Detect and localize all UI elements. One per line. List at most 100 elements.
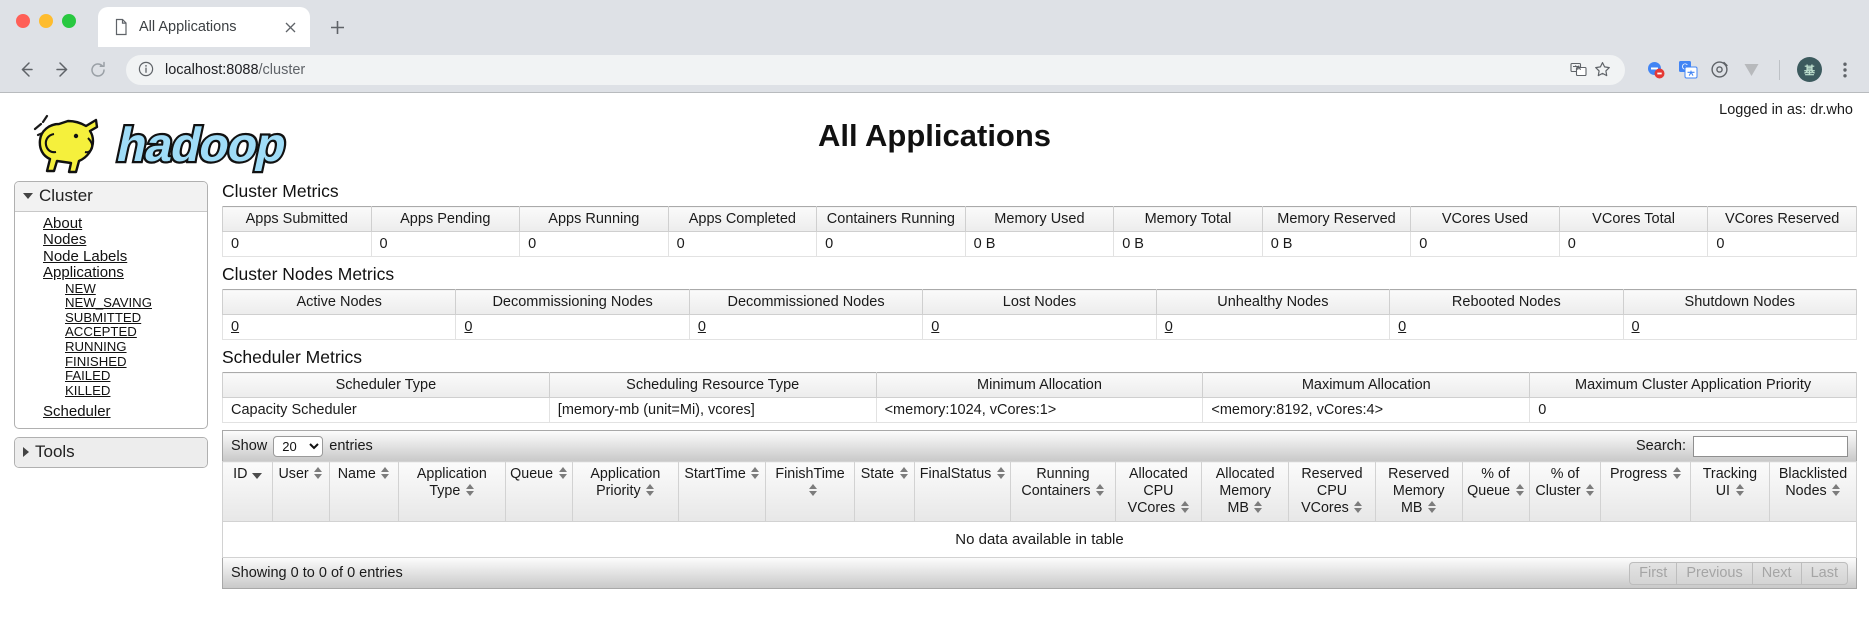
table-cell: 0 [222, 231, 372, 257]
reload-icon[interactable] [82, 54, 114, 86]
column-header-finishtime[interactable]: FinishTime [764, 461, 856, 522]
column-header-state[interactable]: State [854, 461, 915, 522]
browser-tab[interactable]: All Applications [98, 7, 310, 47]
sort-both-icon [1427, 501, 1436, 513]
table-cell[interactable]: 0 [455, 314, 690, 340]
info-circle-icon[interactable] [138, 61, 155, 78]
sidebar-tools-header[interactable]: Tools [15, 437, 207, 467]
sort-both-icon [314, 467, 323, 479]
table-cell: 0 B [1261, 231, 1412, 257]
show-label: Show [231, 438, 268, 454]
column-header-user[interactable]: User [271, 461, 330, 522]
vimeo-icon[interactable] [1741, 59, 1762, 80]
minimize-window-button[interactable] [39, 14, 53, 28]
table-cell: 0 [816, 231, 966, 257]
column-header-blacklisted-nodes[interactable]: Blacklisted Nodes [1769, 461, 1857, 522]
column-header: Containers Running [816, 206, 966, 232]
column-header: Scheduling Resource Type [548, 372, 877, 398]
column-header-allocated-memory-mb[interactable]: Allocated Memory MB [1201, 461, 1290, 522]
metric-link[interactable]: 0 [1165, 319, 1173, 335]
empty-message: No data available in table [222, 521, 1857, 558]
sidebar-item-running[interactable]: RUNNING [15, 340, 207, 354]
close-window-button[interactable] [16, 14, 30, 28]
column-header-application-type[interactable]: Application Type [398, 461, 506, 522]
column-header-progress[interactable]: Progress [1600, 461, 1691, 522]
sidebar-item-new-saving[interactable]: NEW_SAVING [15, 296, 207, 310]
page-title: All Applications [817, 118, 1052, 153]
column-header-name[interactable]: Name [328, 461, 400, 522]
browser-chrome: All Applications localhost:8088/cluster [0, 0, 1869, 92]
metric-link[interactable]: 0 [231, 319, 239, 335]
maximize-window-button[interactable] [62, 14, 76, 28]
sort-both-icon [381, 467, 390, 479]
table-cell[interactable]: 0 [688, 314, 924, 340]
table-cell: 0 B [1113, 231, 1263, 257]
table-row: 0 0 0 0 0 0 0 [221, 314, 1858, 340]
entries-label: entries [329, 438, 373, 454]
star-icon[interactable] [1591, 59, 1613, 81]
forward-arrow-icon[interactable] [46, 54, 78, 86]
column-header-of-queue[interactable]: % of Queue [1461, 461, 1530, 522]
metric-link[interactable]: 0 [698, 319, 706, 335]
column-header: VCores Reserved [1707, 206, 1857, 232]
sidebar-item-submitted[interactable]: SUBMITTED [15, 311, 207, 325]
metric-link[interactable]: 0 [464, 319, 472, 335]
sidebar-item-nodes[interactable]: Nodes [15, 232, 207, 248]
page-content: Logged in as: dr.who hadoop All Applicat… [0, 92, 1869, 626]
avatar[interactable]: 基 [1797, 57, 1822, 82]
sidebar-item-killed[interactable]: KILLED [15, 384, 207, 398]
column-header-starttime[interactable]: StartTime [678, 461, 766, 522]
translate-icon[interactable] [1567, 59, 1589, 81]
column-header-tracking-ui[interactable]: Tracking UI [1689, 461, 1771, 522]
metric-link[interactable]: 0 [1398, 319, 1406, 335]
sort-both-icon [899, 467, 908, 479]
table-cell[interactable]: 0 [1622, 314, 1858, 340]
kebab-menu-icon[interactable] [1833, 58, 1857, 82]
sidebar-item-node-labels[interactable]: Node Labels [15, 248, 207, 264]
table-cell: <memory:8192, vCores:4> [1202, 397, 1531, 423]
screen-recorder-icon[interactable] [1709, 59, 1730, 80]
table-cell[interactable]: 0 [221, 314, 457, 340]
column-header-queue[interactable]: Queue [504, 461, 573, 522]
column-header-id[interactable]: ID [222, 461, 273, 522]
google-translate-icon[interactable]: G [1677, 59, 1698, 80]
table-row-empty: No data available in table [222, 521, 1857, 558]
metric-link[interactable]: 0 [1632, 319, 1640, 335]
extension-icons: G 基 [1645, 57, 1857, 82]
sidebar-item-finished[interactable]: FINISHED [15, 354, 207, 369]
sidebar-item-applications[interactable]: Applications [15, 265, 207, 281]
column-header-reserved-memory-mb[interactable]: Reserved Memory MB [1374, 461, 1463, 522]
pagination-next-button[interactable]: Next [1751, 561, 1801, 585]
table-cell[interactable]: 0 [922, 314, 1157, 340]
adblock-icon[interactable] [1645, 59, 1666, 80]
pagination-previous-button[interactable]: Previous [1676, 561, 1752, 585]
column-header-reserved-cpu-vcores[interactable]: Reserved CPU VCores [1288, 461, 1376, 522]
column-header-of-cluster[interactable]: % of Cluster [1528, 461, 1602, 522]
search-input[interactable] [1693, 435, 1848, 457]
metric-link[interactable]: 0 [931, 319, 939, 335]
address-bar[interactable]: localhost:8088/cluster [126, 54, 1625, 85]
sidebar-item-failed[interactable]: FAILED [15, 369, 207, 383]
close-icon[interactable] [280, 17, 300, 37]
main-content: Cluster Metrics Apps Submitted Apps Pendi… [208, 181, 1869, 589]
sidebar-item-about[interactable]: About [15, 216, 207, 232]
new-tab-button[interactable] [320, 10, 354, 44]
pagination-last-button[interactable]: Last [1800, 561, 1848, 585]
column-header-label: FinalStatus [919, 466, 1007, 483]
pagination-first-button[interactable]: First [1629, 561, 1677, 585]
table-cell[interactable]: 0 [1389, 314, 1624, 340]
table-cell[interactable]: 0 [1155, 314, 1391, 340]
sidebar-item-accepted[interactable]: ACCEPTED [15, 325, 207, 339]
column-header: Minimum Allocation [875, 372, 1204, 398]
sidebar-item-scheduler[interactable]: Scheduler [15, 404, 207, 420]
column-header-application-priority[interactable]: Application Priority [571, 461, 680, 522]
column-header-running-containers[interactable]: Running Containers [1010, 461, 1116, 522]
back-arrow-icon[interactable] [10, 54, 42, 86]
column-header-allocated-cpu-vcores[interactable]: Allocated CPU VCores [1114, 461, 1203, 522]
column-header-finalstatus[interactable]: FinalStatus [913, 461, 1012, 522]
address-bar-actions [1567, 59, 1613, 81]
sidebar-item-new[interactable]: NEW [15, 282, 207, 296]
column-header-label: StartTime [683, 466, 761, 483]
page-length-select[interactable]: 20406080100 [273, 435, 324, 457]
sidebar-cluster-header[interactable]: Cluster [15, 182, 207, 212]
